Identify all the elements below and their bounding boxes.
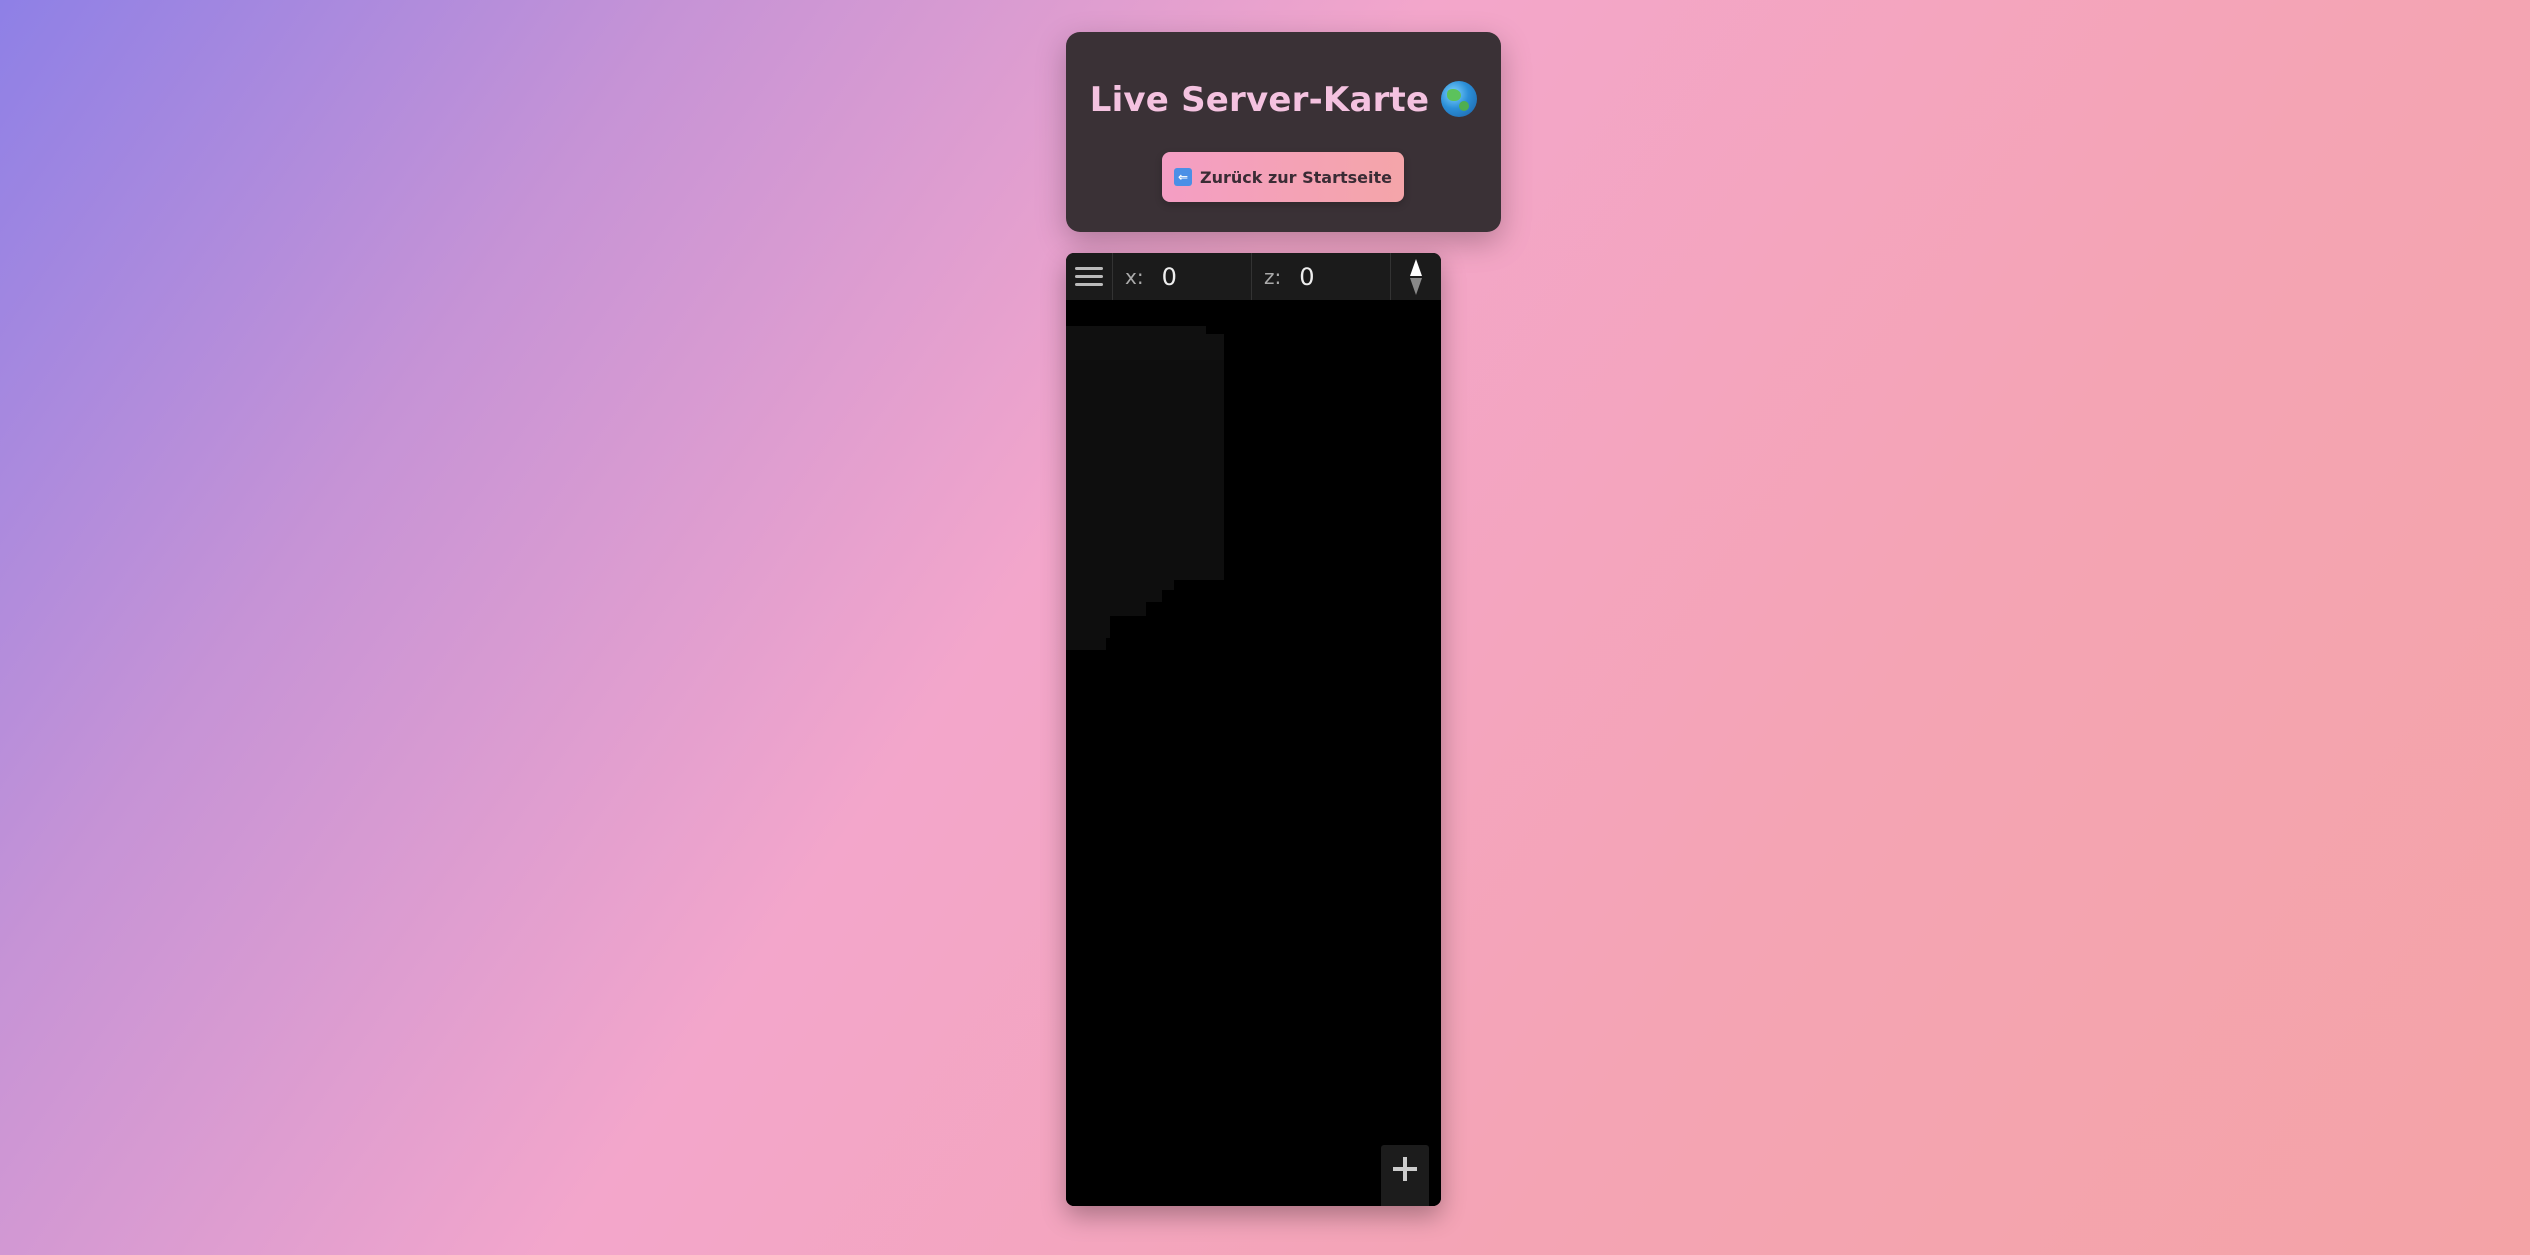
page-title: Live Server-Karte xyxy=(1089,80,1430,120)
plus-icon xyxy=(1393,1157,1417,1181)
back-button-label: Zurück zur Startseite xyxy=(1200,167,1392,187)
explored-map-area xyxy=(1066,326,1224,650)
back-arrow-icon: ⇐ xyxy=(1174,168,1192,186)
back-to-home-button[interactable]: ⇐ Zurück zur Startseite xyxy=(1162,152,1404,202)
z-coordinate-label: z: xyxy=(1264,264,1282,289)
z-coordinate-field[interactable]: z: 0 xyxy=(1252,253,1391,300)
x-coordinate-field[interactable]: x: 0 xyxy=(1113,253,1252,300)
explored-terrain-upper xyxy=(1066,326,1224,360)
page-title-row: Live Server-Karte xyxy=(1066,80,1501,120)
x-coordinate-label: x: xyxy=(1125,264,1144,289)
explored-terrain xyxy=(1066,326,1224,650)
map-panel: x: 0 z: 0 xyxy=(1066,253,1441,1206)
zoom-out-button[interactable] xyxy=(1381,1193,1429,1206)
compass-icon[interactable] xyxy=(1391,253,1441,300)
zoom-in-button[interactable] xyxy=(1381,1145,1429,1193)
x-coordinate-value[interactable]: 0 xyxy=(1162,263,1177,291)
z-coordinate-value[interactable]: 0 xyxy=(1299,263,1314,291)
hamburger-menu-icon[interactable] xyxy=(1066,253,1113,300)
map-toolbar: x: 0 z: 0 xyxy=(1066,253,1441,300)
globe-icon xyxy=(1441,81,1478,117)
zoom-controls xyxy=(1381,1145,1429,1206)
header-card: Live Server-Karte ⇐ Zurück zur Startseit… xyxy=(1066,32,1501,232)
minus-icon xyxy=(1391,1203,1419,1206)
map-canvas[interactable] xyxy=(1066,300,1441,1206)
